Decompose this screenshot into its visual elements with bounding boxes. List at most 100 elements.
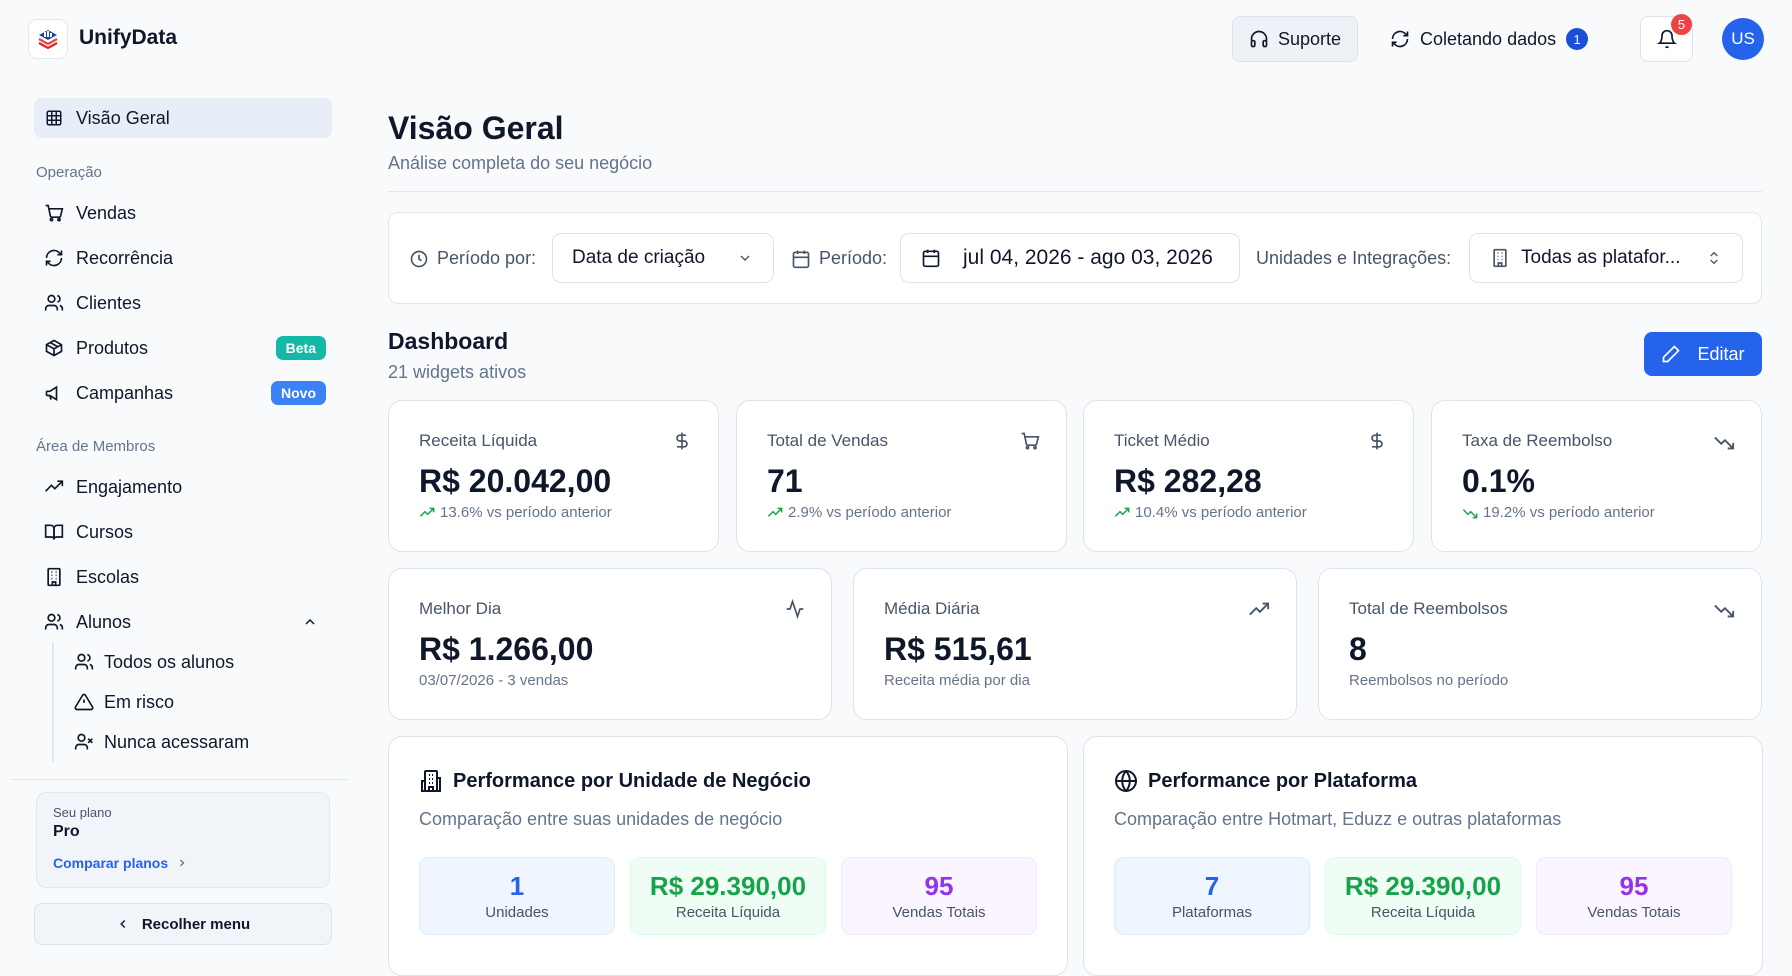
sidebar-item-label: Visão Geral: [76, 107, 170, 128]
sidebar-item-cursos[interactable]: Cursos: [34, 512, 332, 552]
sidebar-item-clientes[interactable]: Clientes: [34, 283, 332, 323]
kpi-detail: Reembolsos no período: [1349, 672, 1509, 689]
sidebar-item-label: Cursos: [76, 521, 134, 542]
support-button[interactable]: Suporte: [1232, 16, 1358, 62]
compare-plans-link[interactable]: Comparar planos: [53, 855, 313, 871]
collecting-data-status[interactable]: Coletando dados 1: [1390, 16, 1589, 62]
collapse-menu-label: Recolher menu: [141, 915, 251, 933]
dashboard-subtitle: 21 widgets ativos: [388, 362, 527, 382]
performance-unidade-card: Performance por Unidade de Negócio Compa…: [388, 736, 1068, 976]
kpi-trend-text: 19.2% vs período anterior: [1483, 504, 1655, 521]
units-label: Unidades e Integrações:: [1256, 248, 1452, 268]
chevron-up-icon[interactable]: [302, 614, 318, 630]
stat-label: Vendas Totais: [1587, 904, 1681, 921]
kpi-detail: 03/07/2026 - 3 vendas: [419, 672, 569, 689]
stat-unidades: 1 Unidades: [419, 857, 615, 935]
chevron-down-icon: [740, 255, 750, 261]
plan-name: Pro: [53, 823, 80, 840]
app-logo[interactable]: [28, 19, 68, 59]
sidebar-item-campanhas[interactable]: Campanhas Novo: [34, 373, 332, 413]
kpi-card-receita-liquida: Receita Líquida R$ 20.042,00 13.6% vs pe…: [388, 400, 719, 552]
sidebar-item-vendas[interactable]: Vendas: [34, 193, 332, 233]
kpi-card-total-vendas: Total de Vendas 71 2.9% vs período anter…: [736, 400, 1067, 552]
activity-icon: [786, 599, 804, 619]
kpi-title: Média Diária: [884, 599, 980, 618]
section-label-operacao: Operação: [36, 164, 102, 181]
calendar-icon: [792, 250, 810, 268]
stat-value: 95: [1619, 871, 1649, 901]
plan-label: Seu plano: [53, 805, 112, 820]
kpi-title: Total de Vendas: [767, 431, 888, 450]
period-by-value: Data de criação: [572, 247, 706, 268]
stat-value: 7: [1204, 871, 1220, 901]
kpi-title: Ticket Médio: [1114, 431, 1210, 450]
kpi-title: Receita Líquida: [419, 431, 538, 450]
sidebar-item-produtos[interactable]: Produtos Beta: [34, 328, 332, 368]
period-by-select[interactable]: Data de criação: [552, 233, 774, 283]
user-x-icon: [74, 733, 93, 750]
kpi-value: 8: [1349, 631, 1367, 667]
dollar-icon: [1371, 432, 1383, 450]
cart-icon: [1021, 432, 1040, 450]
trending-up-icon: [767, 507, 783, 517]
stat-value: 95: [924, 871, 954, 901]
collapse-menu-button[interactable]: Recolher menu: [34, 903, 332, 945]
stat-value: R$ 29.390,00: [649, 871, 807, 901]
notifications-button[interactable]: 5: [1640, 14, 1693, 62]
book-open-icon: [44, 524, 64, 540]
headphones-icon: [1250, 30, 1268, 48]
section-label-membros: Área de Membros: [36, 438, 156, 455]
stat-label: Receita Líquida: [675, 904, 781, 921]
users-icon: [44, 613, 64, 630]
kpi-card-ticket-medio: Ticket Médio R$ 282,28 10.4% vs período …: [1083, 400, 1414, 552]
kpi-trend: 10.4% vs período anterior: [1114, 504, 1307, 521]
notifications-count-badge: 5: [1671, 14, 1692, 35]
sidebar-item-alunos[interactable]: Alunos: [34, 602, 332, 642]
edit-dashboard-button[interactable]: Editar: [1644, 332, 1762, 376]
building-icon: [47, 567, 61, 587]
stat-plataformas: 7 Plataformas: [1114, 857, 1310, 935]
trending-up-icon: [419, 507, 435, 517]
collecting-count-badge: 1: [1566, 28, 1589, 50]
kpi-trend: 19.2% vs período anterior: [1462, 504, 1655, 521]
units-value: Todas as platafor...: [1521, 247, 1681, 268]
kpi-value: 71: [767, 463, 803, 499]
sidebar-subitem-em-risco[interactable]: Em risco: [74, 682, 174, 722]
card-subtitle: Comparação entre suas unidades de negóci…: [419, 809, 783, 829]
sidebar-item-escolas[interactable]: Escolas: [34, 557, 332, 597]
kpi-value: R$ 515,61: [884, 631, 1032, 667]
date-range-value: jul 04, 2026 - ago 03, 2026: [963, 246, 1213, 269]
compare-plans-label: Comparar planos: [53, 855, 169, 871]
sidebar-item-recorrencia[interactable]: Recorrência: [34, 238, 332, 278]
trending-up-icon: [1114, 507, 1130, 517]
trending-up-icon: [1249, 602, 1270, 616]
clock-icon: [410, 250, 428, 267]
beta-badge: Beta: [275, 336, 326, 360]
megaphone-icon: [45, 385, 58, 402]
cart-icon: [45, 204, 64, 222]
sidebar: Visão Geral Operação Vendas Recorrência …: [0, 76, 348, 959]
chevron-right-icon: [180, 859, 185, 867]
kpi-trend: 2.9% vs período anterior: [767, 504, 951, 521]
sidebar-item-label: Vendas: [76, 202, 137, 223]
sidebar-subitem-nunca-acessaram[interactable]: Nunca acessaram: [74, 722, 249, 762]
chevron-left-icon: [120, 919, 126, 929]
stat-label: Plataformas: [1171, 904, 1253, 921]
stat-label: Unidades: [485, 904, 549, 921]
user-avatar[interactable]: US: [1722, 18, 1764, 60]
kpi-card-media-diaria: Média Diária R$ 515,61 Receita média por…: [853, 568, 1297, 720]
stat-label: Vendas Totais: [892, 904, 986, 921]
sidebar-item-engajamento[interactable]: Engajamento: [34, 467, 332, 507]
units-select[interactable]: Todas as platafor...: [1469, 233, 1743, 283]
kpi-card-melhor-dia: Melhor Dia R$ 1.266,00 03/07/2026 - 3 ve…: [388, 568, 832, 720]
trending-up-icon: [45, 480, 64, 492]
sidebar-item-overview[interactable]: Visão Geral: [34, 98, 332, 138]
performance-plataforma-title: Performance por Plataforma: [1114, 769, 1417, 793]
period-filter-label: Período:: [791, 248, 887, 269]
sidebar-subitem-todos-alunos[interactable]: Todos os alunos: [74, 642, 234, 682]
sidebar-item-label: Alunos: [76, 611, 132, 632]
kpi-card-taxa-reembolso: Taxa de Reembolso 0.1% 19.2% vs período …: [1431, 400, 1762, 552]
brand-name: UnifyData: [79, 26, 178, 49]
chevrons-up-down-icon: [1710, 251, 1718, 265]
date-range-picker[interactable]: jul 04, 2026 - ago 03, 2026: [900, 233, 1240, 283]
